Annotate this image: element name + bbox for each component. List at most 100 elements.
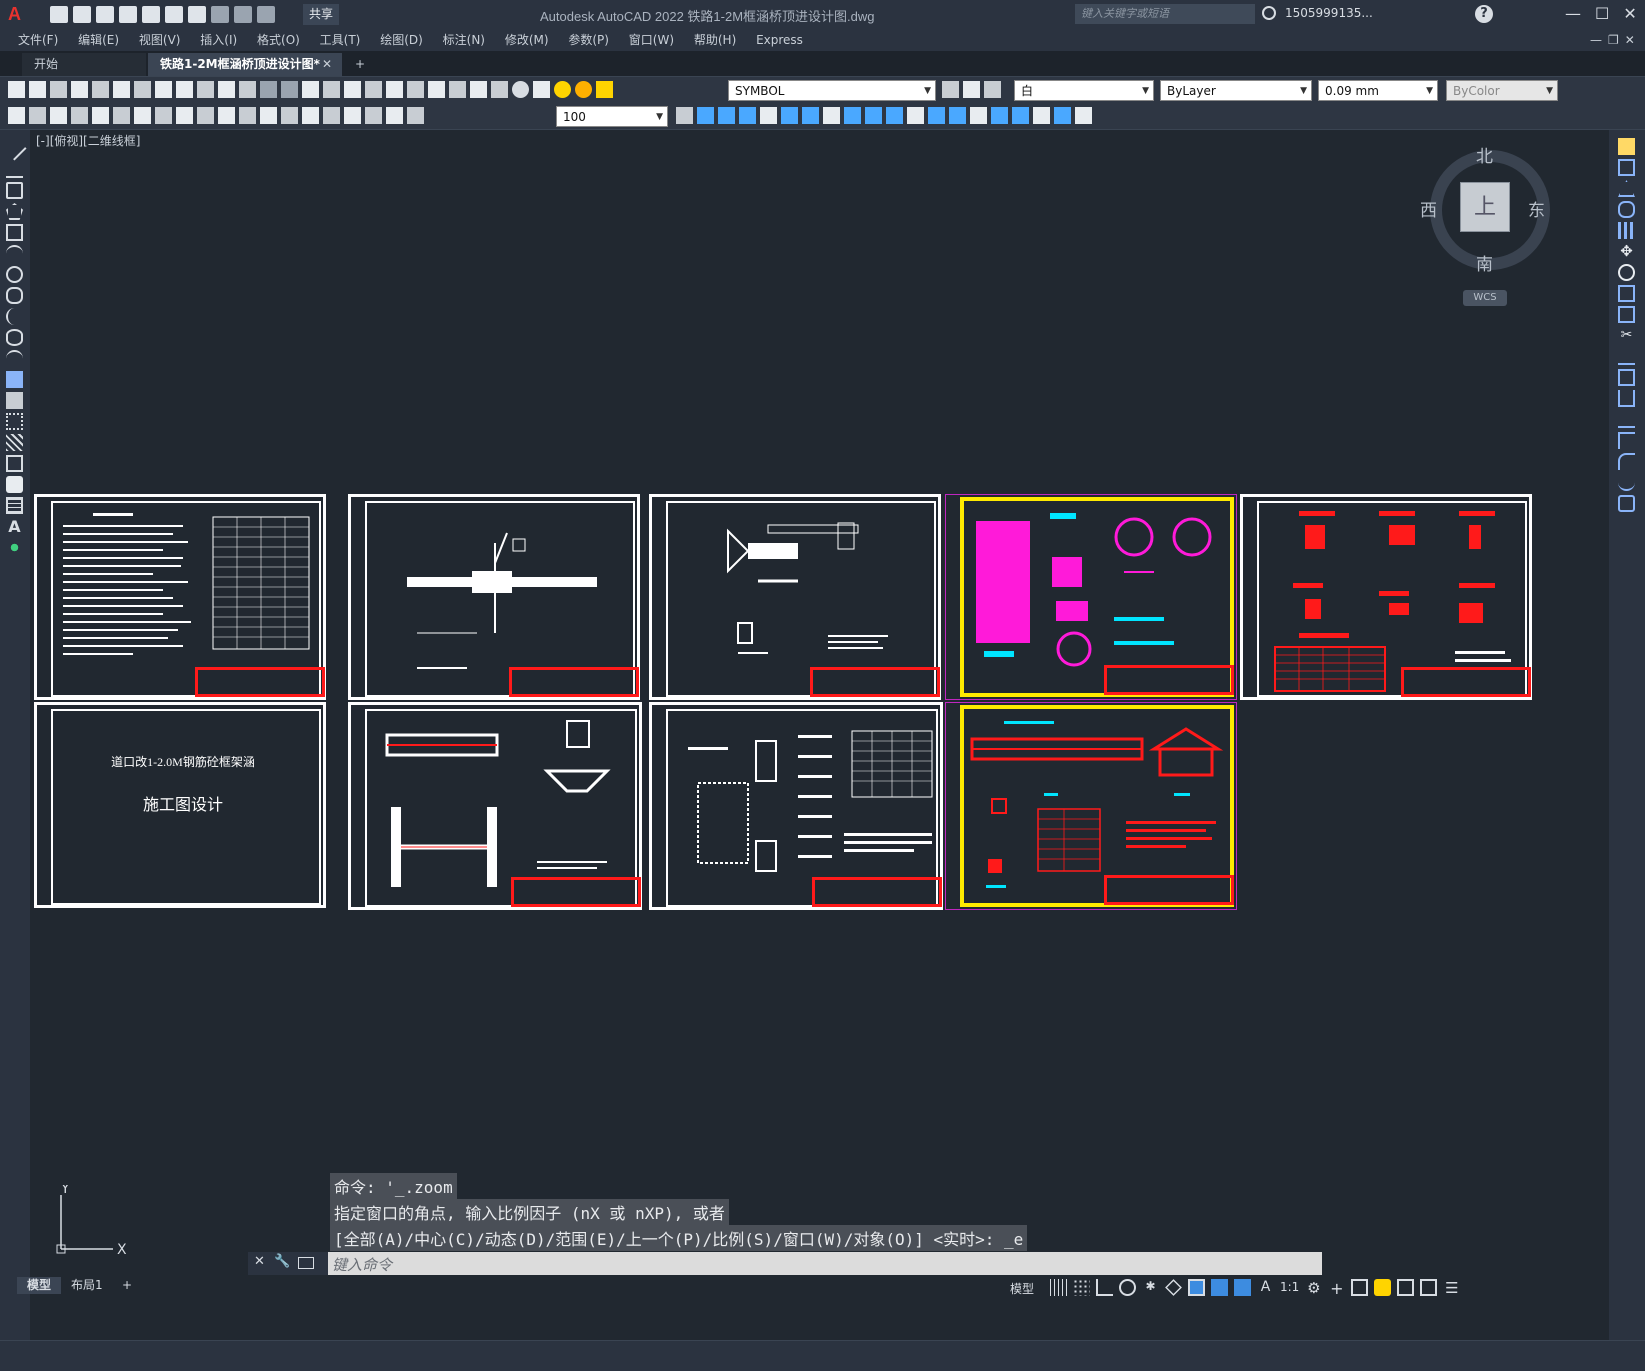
menu-tools[interactable]: 工具(T) xyxy=(312,29,369,51)
hatch-icon[interactable] xyxy=(6,434,23,451)
isolate-icon[interactable] xyxy=(697,107,714,124)
attribute-icon[interactable] xyxy=(1033,107,1050,124)
object-snap-icon[interactable] xyxy=(1188,1279,1205,1296)
layer-on-icon[interactable] xyxy=(554,81,571,98)
tool-palettes-icon[interactable] xyxy=(428,81,445,98)
customize-icon[interactable] xyxy=(257,6,275,23)
center-mark-icon[interactable] xyxy=(302,107,319,124)
group-icon[interactable] xyxy=(844,107,861,124)
menu-help[interactable]: 帮助(H) xyxy=(686,29,744,51)
multiline-text-icon[interactable]: A xyxy=(6,518,23,535)
properties-icon[interactable] xyxy=(386,81,403,98)
polar-icon[interactable] xyxy=(1119,1279,1136,1296)
calculator-icon[interactable] xyxy=(491,81,508,98)
menu-dimension[interactable]: 标注(N) xyxy=(435,29,493,51)
layer-properties-icon[interactable] xyxy=(533,81,550,98)
command-line[interactable]: ✕ 🔧 键入命令 xyxy=(248,1252,1322,1275)
ellipse-arc-icon[interactable] xyxy=(6,350,23,367)
make-current-icon[interactable] xyxy=(942,81,959,98)
user-account[interactable]: 1505999135... xyxy=(1285,6,1373,20)
arc-dim-icon[interactable] xyxy=(50,107,67,124)
copy-icon[interactable] xyxy=(1618,159,1635,176)
quick-dim-icon[interactable] xyxy=(176,107,193,124)
menu-edit[interactable]: 编辑(E) xyxy=(70,29,127,51)
ellipse-icon[interactable] xyxy=(6,329,23,346)
match-properties-icon[interactable] xyxy=(218,81,235,98)
region-icon[interactable] xyxy=(6,476,23,493)
dim-update-icon[interactable] xyxy=(407,107,424,124)
drawing-sheet-selected[interactable] xyxy=(945,494,1237,700)
ungroup-icon[interactable] xyxy=(865,107,882,124)
point-icon[interactable] xyxy=(6,413,23,430)
dim-space-icon[interactable] xyxy=(239,107,256,124)
open-web-icon[interactable] xyxy=(142,6,160,23)
dim-text-edit-icon[interactable] xyxy=(386,107,403,124)
jogged-dim-icon[interactable] xyxy=(113,107,130,124)
drawing-sheet[interactable] xyxy=(348,494,640,700)
zoom-realtime-icon[interactable] xyxy=(323,81,340,98)
stretch-icon[interactable] xyxy=(781,107,798,124)
layer-freeze-icon[interactable] xyxy=(575,81,592,98)
plotstyle-dropdown[interactable]: ByColor ▼ xyxy=(1446,80,1558,101)
break-at-point-icon[interactable] xyxy=(1618,369,1635,386)
drawing-viewport[interactable]: [-][俯视][二维线框] 上 北 南 东 西 WCS 道口改1-2.0M钢筋砼… xyxy=(30,130,1609,1340)
wipeout-icon[interactable] xyxy=(991,107,1008,124)
fillet-icon[interactable] xyxy=(1618,453,1635,470)
zoom-window-icon[interactable] xyxy=(344,81,361,98)
tab-start[interactable]: 开始 xyxy=(22,53,146,76)
dim-style-icon[interactable] xyxy=(676,107,693,124)
paste-icon[interactable] xyxy=(197,81,214,98)
3d-print-icon[interactable] xyxy=(134,81,151,98)
search-icon[interactable] xyxy=(1262,6,1276,20)
menu-window[interactable]: 窗口(W) xyxy=(621,29,682,51)
explode-icon[interactable] xyxy=(1618,495,1635,512)
compass-south[interactable]: 南 xyxy=(1476,250,1493,275)
snap-icon[interactable] xyxy=(1073,1279,1090,1296)
mdi-controls[interactable]: —❐✕ xyxy=(1590,33,1641,47)
annotation-scale[interactable]: 1:1 xyxy=(1280,1279,1299,1296)
plot-icon[interactable] xyxy=(188,6,206,23)
chamfer-icon[interactable] xyxy=(1618,432,1635,449)
menu-modify[interactable]: 修改(M) xyxy=(497,29,557,51)
jogged-linear-icon[interactable] xyxy=(344,107,361,124)
add-selected-icon[interactable] xyxy=(6,539,23,556)
stretch-icon[interactable] xyxy=(1618,306,1635,323)
drawing-sheet[interactable] xyxy=(34,494,326,700)
help-icon[interactable]: ? xyxy=(1475,5,1493,23)
undo-icon[interactable] xyxy=(211,6,229,23)
scale-icon[interactable] xyxy=(1618,285,1635,302)
layer-previous-icon[interactable] xyxy=(984,81,1001,98)
redo-icon[interactable] xyxy=(281,81,298,98)
save-icon[interactable] xyxy=(96,6,114,23)
layer-iso-icon[interactable] xyxy=(739,107,756,124)
mirror-icon[interactable] xyxy=(1618,180,1635,197)
copy-object-icon[interactable] xyxy=(760,107,777,124)
dim-break-icon[interactable] xyxy=(260,107,277,124)
isolate-objects-icon[interactable] xyxy=(1397,1279,1415,1296)
ortho-icon[interactable] xyxy=(1096,1279,1113,1296)
menu-format[interactable]: 格式(O) xyxy=(249,29,308,51)
viewport-controls[interactable]: [-][俯视][二维线框] xyxy=(36,132,140,149)
close-icon[interactable]: ✕ xyxy=(254,1254,265,1269)
table-icon[interactable] xyxy=(6,497,23,514)
color-dropdown[interactable]: 白 ▼ xyxy=(1014,80,1154,101)
new-icon[interactable] xyxy=(8,81,25,98)
grid-icon[interactable] xyxy=(1050,1279,1067,1296)
tab-layout1[interactable]: 布局1 xyxy=(61,1277,113,1294)
drawing-sheet[interactable] xyxy=(1240,494,1532,700)
draworder-icon[interactable] xyxy=(886,107,903,124)
text-front-icon[interactable] xyxy=(949,107,966,124)
copy-icon[interactable] xyxy=(176,81,193,98)
compass-west[interactable]: 西 xyxy=(1420,196,1437,221)
save-as-icon[interactable] xyxy=(119,6,137,23)
wrench-icon[interactable]: 🔧 xyxy=(274,1254,290,1269)
linear-dim-icon[interactable] xyxy=(8,107,25,124)
quick-properties-icon[interactable] xyxy=(1374,1279,1392,1296)
customization-menu-icon[interactable]: ☰ xyxy=(1443,1279,1460,1297)
publish-icon[interactable] xyxy=(113,81,130,98)
angular-dim-icon[interactable] xyxy=(155,107,172,124)
line-icon[interactable] xyxy=(2,136,27,161)
workspace-gear-icon[interactable]: ⚙ xyxy=(1305,1279,1322,1297)
baseline-dim-icon[interactable] xyxy=(197,107,214,124)
circle-icon[interactable] xyxy=(6,266,23,283)
